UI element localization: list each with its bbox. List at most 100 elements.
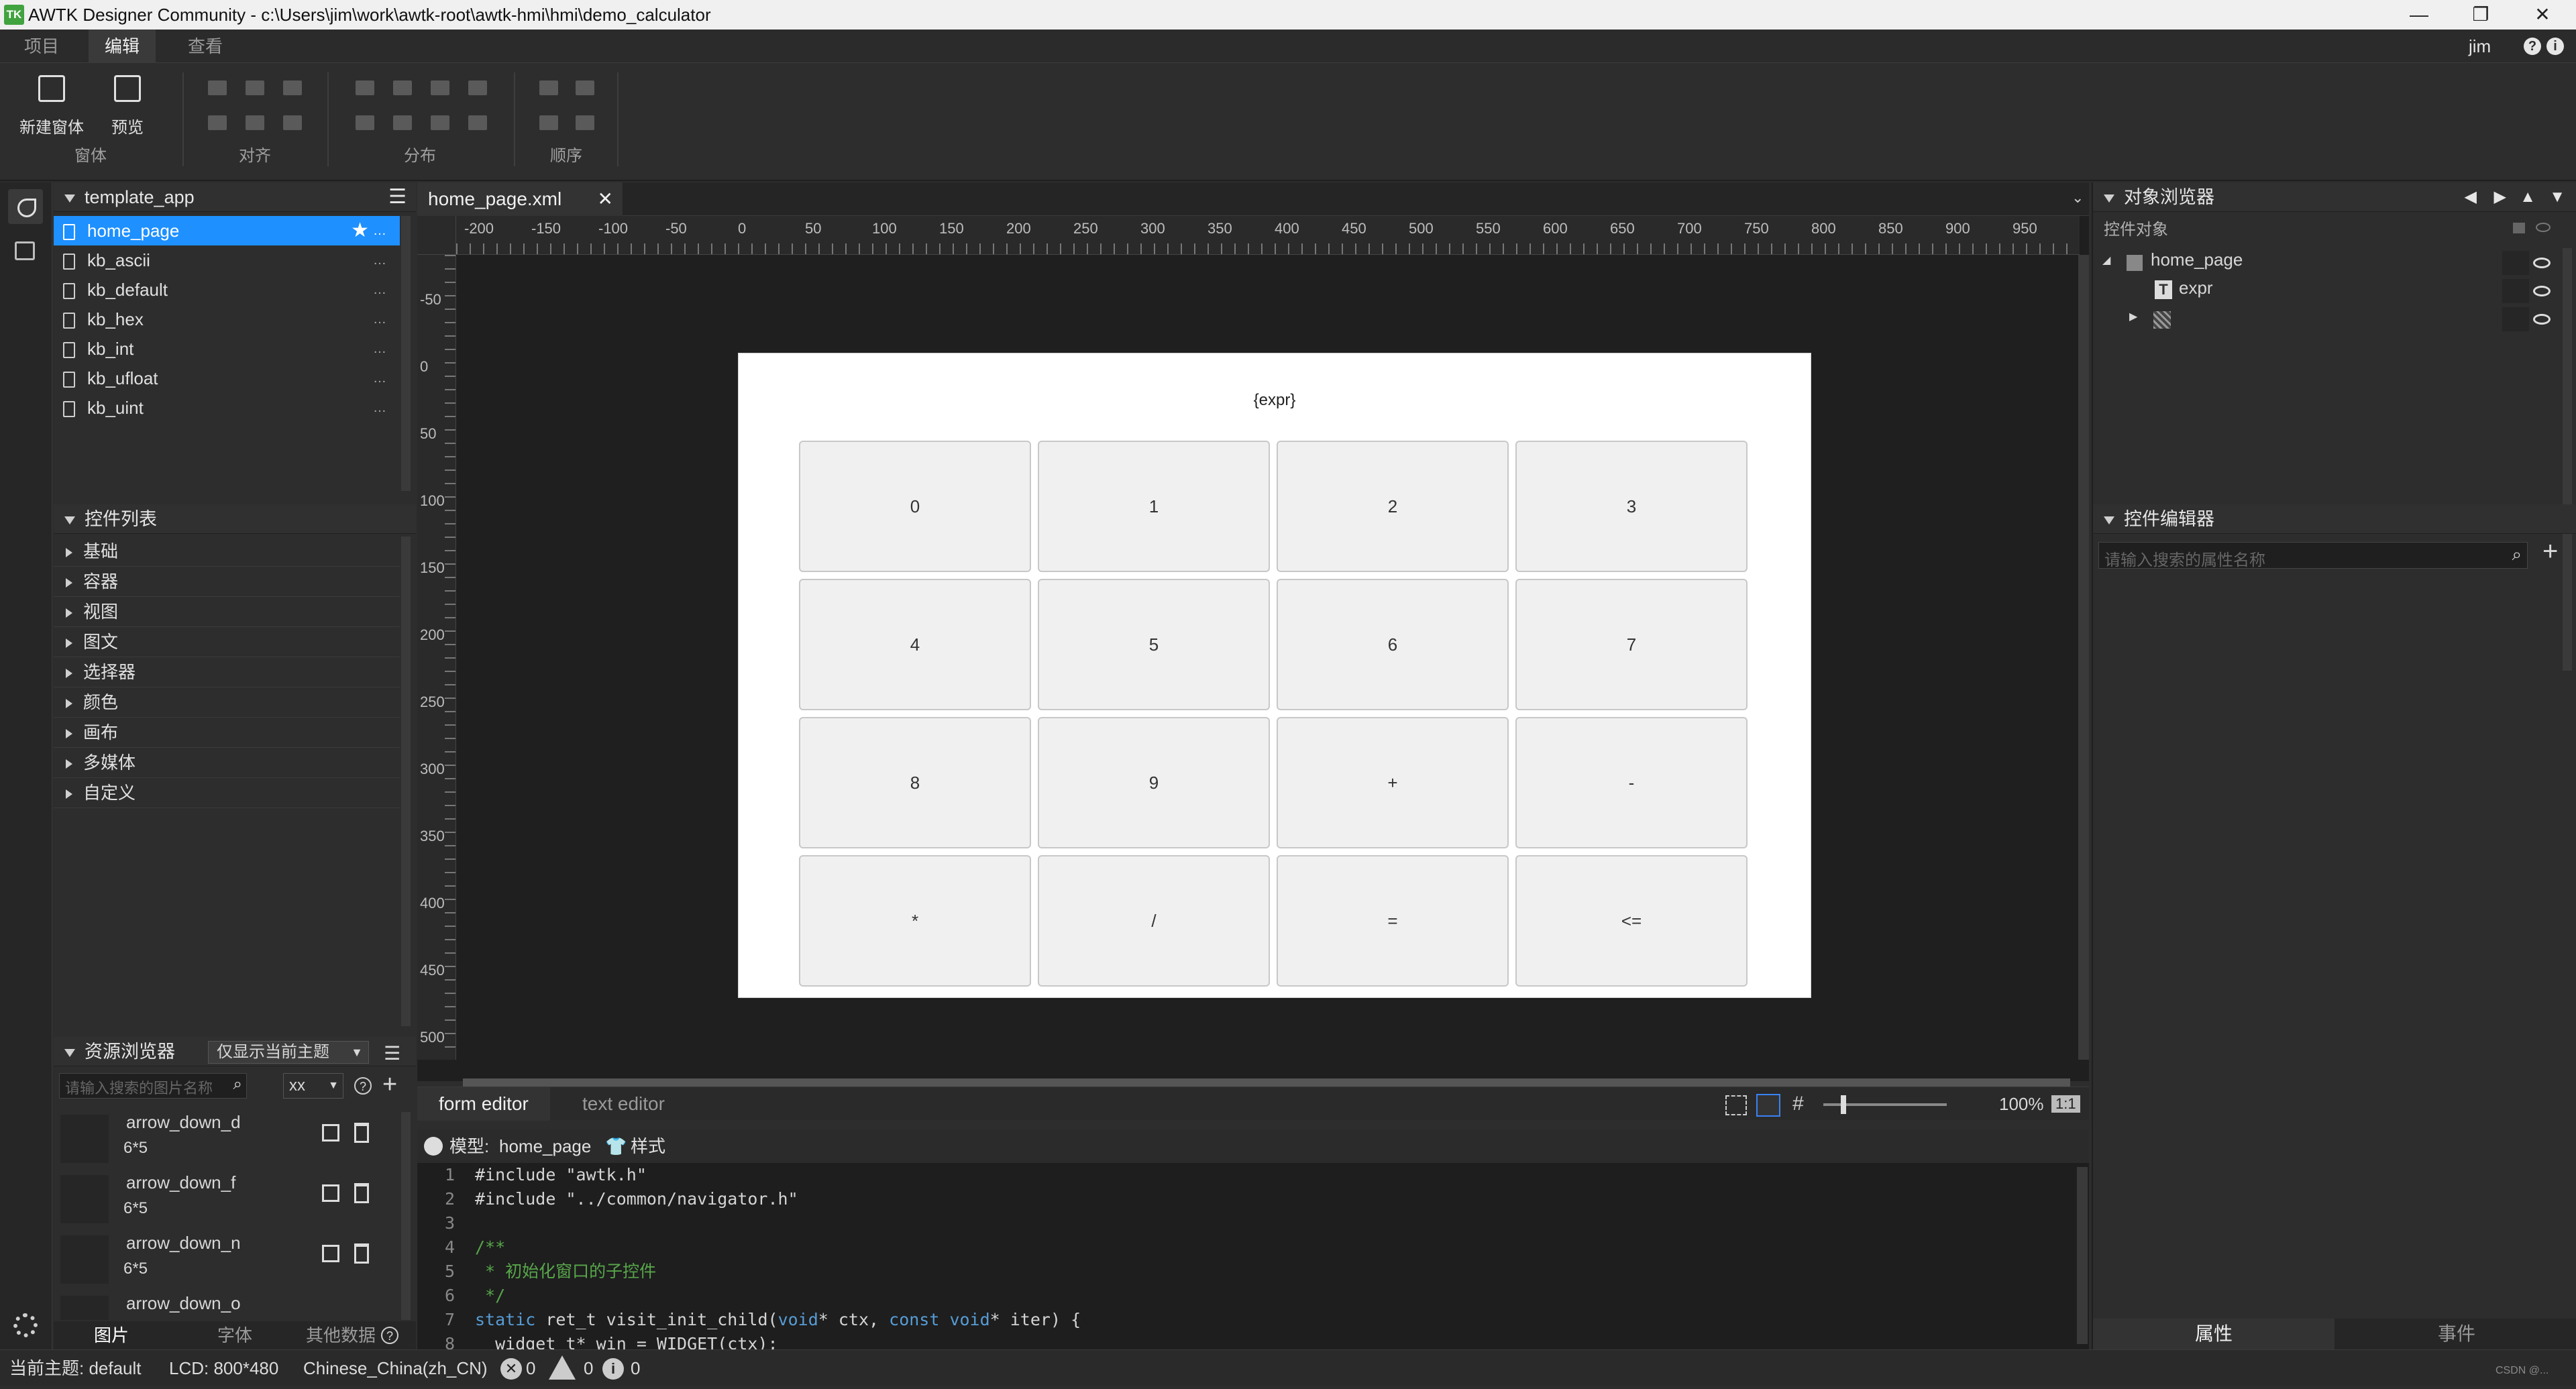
replace-icon[interactable] bbox=[322, 1245, 339, 1262]
hamburger-menu-icon[interactable]: ☰ bbox=[388, 182, 407, 212]
style-tab[interactable]: 样式 bbox=[631, 1129, 665, 1163]
snap-guide-icon[interactable] bbox=[1756, 1094, 1780, 1117]
distribute-v4-icon[interactable] bbox=[468, 115, 487, 130]
trash-icon[interactable] bbox=[354, 1183, 369, 1203]
canvas-vertical-scrollbar[interactable] bbox=[2078, 255, 2089, 1060]
widget-list-header[interactable]: 控件列表 bbox=[54, 504, 416, 534]
key-9[interactable]: 9 bbox=[1038, 717, 1270, 848]
tab-fonts[interactable]: 字体 bbox=[217, 1321, 252, 1349]
project-scrollbar[interactable] bbox=[401, 216, 411, 491]
file-item-home-page[interactable]: home_page ★ … bbox=[54, 216, 400, 245]
key-0[interactable]: 0 bbox=[799, 441, 1031, 572]
category-view[interactable]: 视图 bbox=[54, 597, 400, 627]
more-icon[interactable]: … bbox=[373, 275, 386, 304]
distribute-h3-icon[interactable] bbox=[431, 80, 449, 95]
help-icon[interactable]: ? bbox=[2524, 38, 2541, 55]
file-item-kb-ascii[interactable]: kb_ascii… bbox=[54, 245, 400, 275]
resource-item[interactable]: arrow_down_n 6*5 bbox=[60, 1233, 396, 1290]
minimize-button[interactable]: — bbox=[2388, 0, 2450, 30]
key-5[interactable]: 5 bbox=[1038, 579, 1270, 710]
category-picker[interactable]: 选择器 bbox=[54, 657, 400, 687]
info-icon[interactable]: i bbox=[602, 1358, 624, 1380]
bring-to-front-icon[interactable] bbox=[576, 80, 594, 95]
more-icon[interactable]: … bbox=[373, 393, 386, 423]
zoom-slider-handle[interactable] bbox=[1841, 1095, 1846, 1114]
distribute-v2-icon[interactable] bbox=[393, 115, 412, 130]
key-plus[interactable]: + bbox=[1277, 717, 1509, 848]
key-divide[interactable]: / bbox=[1038, 855, 1270, 987]
add-property-icon[interactable]: + bbox=[2542, 537, 2558, 567]
close-tab-icon[interactable]: ✕ bbox=[598, 182, 613, 216]
lock-toggle[interactable] bbox=[2502, 279, 2529, 303]
key-backspace[interactable]: <= bbox=[1515, 855, 1748, 987]
eye-icon[interactable] bbox=[2533, 286, 2551, 296]
warning-icon[interactable] bbox=[549, 1355, 576, 1380]
help-icon[interactable]: ? bbox=[354, 1077, 372, 1095]
new-window-button[interactable]: 新建窗体 bbox=[15, 75, 89, 137]
arrow-left-icon[interactable]: ◀ bbox=[2465, 182, 2477, 212]
key-3[interactable]: 3 bbox=[1515, 441, 1748, 572]
add-resource-icon[interactable]: + bbox=[382, 1070, 397, 1099]
file-item-kb-hex[interactable]: kb_hex… bbox=[54, 304, 400, 334]
star-icon[interactable]: ★ bbox=[351, 216, 369, 245]
align-middle-icon[interactable] bbox=[246, 80, 264, 95]
key-minus[interactable]: - bbox=[1515, 717, 1748, 848]
trash-icon[interactable] bbox=[354, 1243, 369, 1264]
menu-tab-view[interactable]: 查看 bbox=[172, 30, 239, 63]
eye-icon[interactable] bbox=[2533, 258, 2551, 268]
file-item-kb-ufloat[interactable]: kb_ufloat… bbox=[54, 364, 400, 393]
close-button[interactable]: ✕ bbox=[2512, 0, 2573, 30]
category-canvas[interactable]: 画布 bbox=[54, 718, 400, 748]
key-8[interactable]: 8 bbox=[799, 717, 1031, 848]
image-search-input[interactable]: 请输入搜索的图片名称 ⌕ bbox=[59, 1073, 247, 1099]
resource-item[interactable]: arrow_down_f 6*5 bbox=[60, 1172, 396, 1230]
align-right-icon[interactable] bbox=[283, 115, 302, 130]
zoom-slider[interactable] bbox=[1823, 1095, 1947, 1114]
key-equals[interactable]: = bbox=[1277, 855, 1509, 987]
tab-text-editor[interactable]: text editor bbox=[561, 1087, 686, 1121]
filter-list-icon[interactable]: ☰ bbox=[384, 1042, 400, 1064]
tab-overflow-icon[interactable]: ⌄ bbox=[2072, 189, 2084, 207]
tab-properties[interactable]: 属性 bbox=[2093, 1319, 2334, 1349]
send-backward-icon[interactable] bbox=[539, 115, 558, 130]
more-icon[interactable]: … bbox=[373, 245, 386, 275]
visibility-all-icon[interactable] bbox=[2536, 223, 2551, 232]
align-left-icon[interactable] bbox=[208, 115, 227, 130]
trash-icon[interactable] bbox=[354, 1123, 369, 1143]
category-multimedia[interactable]: 多媒体 bbox=[54, 748, 400, 778]
tree-node-grid-view[interactable]: ▶ bbox=[2093, 304, 2556, 334]
project-panel-header[interactable]: template_app ☰ bbox=[54, 182, 416, 212]
maximize-button[interactable]: ❐ bbox=[2450, 0, 2512, 30]
design-form-window[interactable]: {expr} 0 1 2 3 4 5 6 7 8 9 + - * / = <= bbox=[738, 353, 1811, 998]
tab-home-page-xml[interactable]: home_page.xml ✕ bbox=[417, 182, 623, 216]
search-icon[interactable]: ⌕ bbox=[2512, 544, 2522, 565]
lock-all-icon[interactable] bbox=[2513, 223, 2525, 233]
tree-node-home-page[interactable]: ◢ home_page bbox=[2093, 248, 2556, 278]
layers-icon[interactable] bbox=[15, 241, 35, 260]
align-top-icon[interactable] bbox=[208, 80, 227, 95]
select-area-icon[interactable] bbox=[1725, 1095, 1747, 1115]
more-icon[interactable]: … bbox=[373, 334, 386, 364]
bring-forward-icon[interactable] bbox=[539, 80, 558, 95]
tree-node-expr[interactable]: T expr bbox=[2093, 276, 2556, 306]
menu-tab-project[interactable]: 项目 bbox=[8, 30, 75, 63]
category-basic[interactable]: 基础 bbox=[54, 537, 400, 567]
designer-mode-icon[interactable] bbox=[8, 189, 43, 224]
resource-item[interactable]: arrow_down_d 6*5 bbox=[60, 1112, 396, 1170]
key-multiply[interactable]: * bbox=[799, 855, 1031, 987]
tab-form-editor[interactable]: form editor bbox=[417, 1087, 550, 1121]
key-1[interactable]: 1 bbox=[1038, 441, 1270, 572]
code-scrollbar[interactable] bbox=[2077, 1167, 2088, 1344]
tab-images[interactable]: 图片 bbox=[94, 1321, 129, 1349]
more-icon[interactable]: … bbox=[373, 364, 386, 393]
code-editor[interactable]: 1 #include "awtk.h" 2 #include "../common/… bbox=[417, 1163, 2089, 1353]
menu-tab-edit[interactable]: 编辑 bbox=[89, 30, 156, 63]
category-custom[interactable]: 自定义 bbox=[54, 778, 400, 808]
tree-expand-icon[interactable]: ▶ bbox=[2129, 310, 2137, 323]
widget-list-scrollbar[interactable] bbox=[401, 537, 411, 1026]
tree-expand-icon[interactable]: ◢ bbox=[2102, 254, 2110, 267]
model-name[interactable]: home_page bbox=[499, 1129, 591, 1163]
distribute-h1-icon[interactable] bbox=[356, 80, 374, 95]
resource-scrollbar[interactable] bbox=[401, 1112, 411, 1320]
arrow-up-icon[interactable]: ▲ bbox=[2520, 182, 2536, 212]
